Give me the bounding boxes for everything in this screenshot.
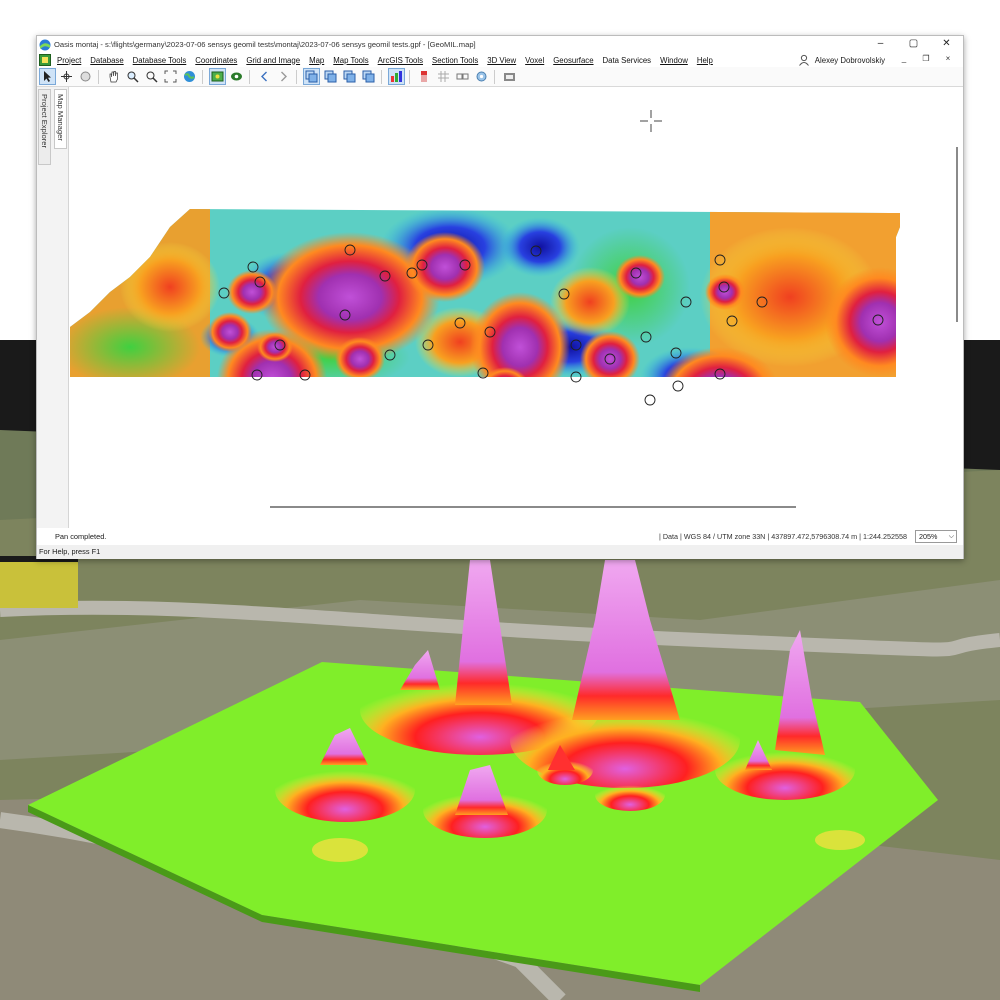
map-document-icon[interactable] — [39, 54, 51, 66]
status-bar: Pan completed. | Data | WGS 84 / UTM zon… — [37, 528, 963, 544]
mdi-minimize-button[interactable]: _ — [893, 53, 915, 66]
view-3-icon[interactable] — [341, 68, 358, 85]
side-panel: Project Explorer Map Manager — [37, 87, 69, 543]
view-4-icon[interactable] — [360, 68, 377, 85]
zoom-in-icon[interactable] — [143, 68, 160, 85]
horizontal-scrollbar[interactable] — [270, 506, 796, 508]
tab-project-explorer[interactable]: Project Explorer — [38, 89, 51, 165]
toolbar-separator — [202, 69, 203, 84]
magnetic-grid-map[interactable] — [70, 87, 962, 543]
map-cursor-crosshair-icon — [640, 110, 662, 132]
color-bar-icon[interactable] — [388, 68, 405, 85]
pan-hand-icon[interactable] — [105, 68, 122, 85]
toolbar-separator — [296, 69, 297, 84]
menu-help[interactable]: Help — [697, 56, 713, 65]
toolbar-separator — [494, 69, 495, 84]
zoom-extents-icon[interactable] — [162, 68, 179, 85]
menu-geosurface[interactable]: Geosurface — [553, 56, 593, 65]
zoom-level-select[interactable]: 205% ⌵ — [915, 530, 957, 543]
menu-window[interactable]: Window — [660, 56, 688, 65]
circle-icon[interactable] — [77, 68, 94, 85]
menu-map-tools[interactable]: Map Tools — [333, 56, 368, 65]
stack-icon[interactable] — [416, 68, 433, 85]
oasis-app-icon — [39, 39, 51, 50]
toolbar-separator — [381, 69, 382, 84]
toolbar-separator — [249, 69, 250, 84]
camera-icon[interactable] — [501, 68, 518, 85]
user-name: Alexey Dobrovolskiy — [814, 55, 885, 65]
menu-arcgis-tools[interactable]: ArcGIS Tools — [378, 56, 423, 65]
window-title: Oasis montaj - s:\flights\germany\2023-0… — [54, 40, 476, 49]
mdi-restore-button[interactable]: ❐ — [915, 53, 937, 66]
pointer-icon[interactable] — [39, 68, 56, 85]
zoom-window-icon[interactable] — [124, 68, 141, 85]
globe-icon[interactable] — [181, 68, 198, 85]
menu-map[interactable]: Map — [309, 56, 324, 65]
help-bar: For Help, press F1 — [37, 545, 963, 559]
coordinate-readout: | Data | WGS 84 / UTM zone 33N | 437897.… — [658, 531, 907, 541]
map-toolbar — [37, 67, 963, 87]
menu-database-tools[interactable]: Database Tools — [133, 56, 187, 65]
restore-button[interactable]: ▢ — [897, 36, 930, 53]
menu-3d-view[interactable]: 3D View — [487, 56, 516, 65]
status-message: Pan completed. — [55, 531, 107, 541]
toolbar-separator — [98, 69, 99, 84]
menu-section-tools[interactable]: Section Tools — [432, 56, 478, 65]
tab-map-manager[interactable]: Map Manager — [54, 89, 67, 149]
map-view[interactable] — [70, 87, 962, 543]
oasis-montaj-window: Oasis montaj - s:\flights\germany\2023-0… — [36, 35, 964, 559]
mdi-close-button[interactable]: × — [937, 53, 959, 66]
user-account[interactable]: Alexey Dobrovolskiy — [798, 54, 885, 66]
back-icon[interactable] — [256, 68, 273, 85]
forward-icon[interactable] — [275, 68, 292, 85]
zoom-value: 205% — [919, 532, 938, 541]
settings-icon[interactable] — [473, 68, 490, 85]
view-1-icon[interactable] — [303, 68, 320, 85]
select-icon[interactable] — [58, 68, 75, 85]
grid-icon[interactable] — [435, 68, 452, 85]
layer-alt-icon[interactable] — [228, 68, 245, 85]
menu-database[interactable]: Database — [90, 56, 123, 65]
menu-coordinates[interactable]: Coordinates — [195, 56, 237, 65]
layer-icon[interactable] — [209, 68, 226, 85]
menu-grid-and-image[interactable]: Grid and Image — [246, 56, 300, 65]
vertical-scrollbar[interactable] — [956, 147, 958, 322]
connect-icon[interactable] — [454, 68, 471, 85]
menu-project[interactable]: Project — [57, 56, 81, 65]
close-button[interactable]: ✕ — [930, 36, 963, 53]
title-bar: Oasis montaj - s:\flights\germany\2023-0… — [37, 36, 963, 53]
chevron-down-icon: ⌵ — [948, 533, 954, 540]
menu-voxel[interactable]: Voxel — [525, 56, 544, 65]
view-2-icon[interactable] — [322, 68, 339, 85]
minimize-button[interactable]: – — [864, 36, 897, 53]
user-icon — [798, 54, 809, 66]
toolbar-separator — [409, 69, 410, 84]
menu-bar: Project Database Database Tools Coordina… — [37, 53, 963, 67]
menu-data-services[interactable]: Data Services — [603, 56, 652, 65]
